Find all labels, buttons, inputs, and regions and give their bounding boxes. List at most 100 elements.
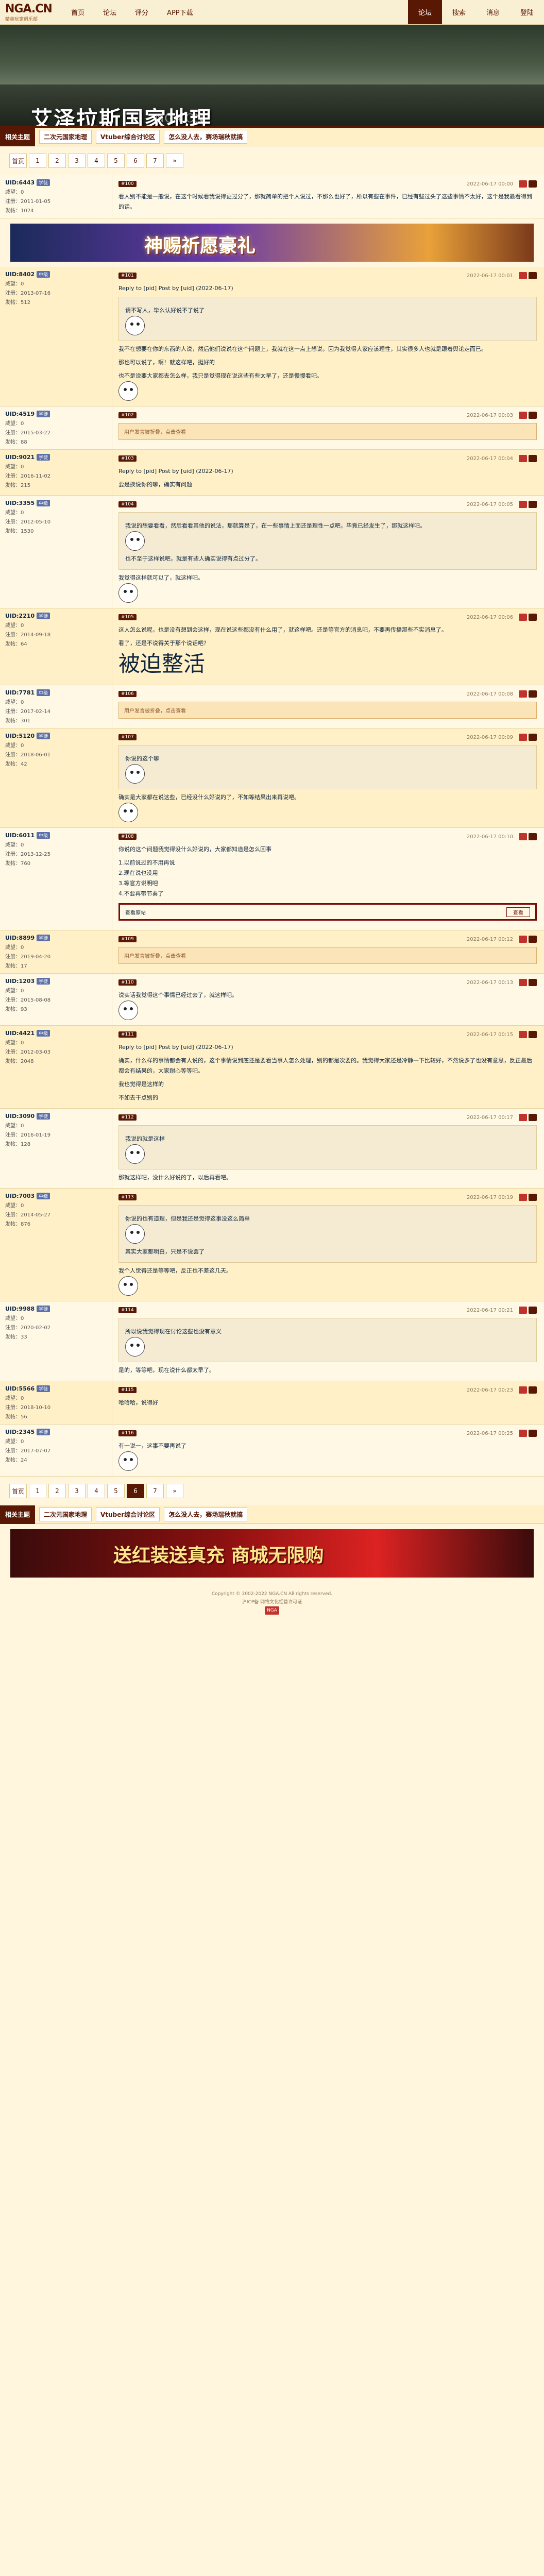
bottom-advertisement[interactable]: 送红装送真充 商城无限购 [10,1529,534,1578]
reply-icon[interactable] [519,455,527,462]
post-floor-number[interactable]: #103 [118,455,137,462]
collapsed-post-notice[interactable]: 用户发言被折叠，点击查看 [118,947,537,964]
related-topic-link[interactable]: 二次元国家地理 [39,130,92,144]
post-floor-number[interactable]: #109 [118,936,137,942]
author-uid[interactable]: UID:4519 [5,411,35,417]
author-uid[interactable]: UID:7781 [5,689,35,696]
page-link[interactable]: 4 [88,154,105,168]
author-uid[interactable]: UID:9021 [5,454,35,461]
more-options-icon[interactable] [529,734,537,741]
author-uid[interactable]: UID:4421 [5,1030,35,1037]
reply-icon[interactable] [519,1307,527,1314]
page-first[interactable]: 首页 [9,1484,27,1498]
more-options-icon[interactable] [529,1194,537,1201]
nav-messages[interactable]: 消息 [476,0,510,24]
reply-icon[interactable] [519,412,527,419]
more-options-icon[interactable] [529,455,537,462]
author-uid[interactable]: UID:2345 [5,1429,35,1435]
author-uid[interactable]: UID:9988 [5,1306,35,1312]
reply-icon[interactable] [519,180,527,188]
site-logo[interactable]: NGA.CN 精英玩家俱乐部 [0,0,62,24]
more-options-icon[interactable] [529,1430,537,1437]
nav-app-download[interactable]: APP下载 [158,0,202,24]
page-link[interactable]: 7 [146,154,164,168]
reply-icon[interactable] [519,690,527,698]
page-next[interactable]: » [166,154,183,168]
post-floor-number[interactable]: #100 [118,181,137,187]
reply-icon[interactable] [519,1386,527,1394]
nav-home[interactable]: 首页 [62,0,94,24]
page-link[interactable]: 3 [68,1484,86,1498]
author-uid[interactable]: UID:8402 [5,271,35,278]
more-options-icon[interactable] [529,614,537,621]
reply-reference[interactable]: Reply to [pid] Post by [uid] (2022-06-17… [118,466,537,477]
more-options-icon[interactable] [529,501,537,508]
embedded-link-button[interactable]: 查看 [506,907,530,917]
more-options-icon[interactable] [529,1114,537,1121]
author-uid[interactable]: UID:5120 [5,733,35,739]
page-link[interactable]: 5 [107,154,125,168]
more-options-icon[interactable] [529,272,537,279]
post-floor-number[interactable]: #114 [118,1307,137,1313]
author-uid[interactable]: UID:3090 [5,1113,35,1120]
author-uid[interactable]: UID:8899 [5,935,35,941]
reply-icon[interactable] [519,1031,527,1038]
related-topic-link[interactable]: 怎么没人去，赛场瑞秋就搞 [164,130,248,144]
author-uid[interactable]: UID:5566 [5,1385,35,1392]
page-next[interactable]: » [166,1484,183,1498]
post-floor-number[interactable]: #116 [118,1430,137,1436]
page-link[interactable]: 1 [29,154,46,168]
reply-icon[interactable] [519,833,527,840]
post-floor-number[interactable]: #112 [118,1114,137,1121]
reply-icon[interactable] [519,1114,527,1121]
nav-login[interactable]: 登陆 [510,0,544,24]
post-floor-number[interactable]: #108 [118,834,137,840]
post-floor-number[interactable]: #115 [118,1387,137,1393]
reply-icon[interactable] [519,501,527,508]
reply-icon[interactable] [519,272,527,279]
nav-forum[interactable]: 论坛 [94,0,126,24]
post-floor-number[interactable]: #107 [118,734,137,740]
reply-reference[interactable]: Reply to [pid] Post by [uid] (2022-06-17… [118,283,537,294]
collapsed-post-notice[interactable]: 用户发言被折叠，点击查看 [118,423,537,440]
reply-icon[interactable] [519,979,527,986]
post-floor-number[interactable]: #105 [118,614,137,620]
reply-icon[interactable] [519,936,527,943]
post-floor-number[interactable]: #102 [118,412,137,418]
author-uid[interactable]: UID:6443 [5,179,35,186]
page-current[interactable]: 6 [127,1484,144,1498]
page-first[interactable]: 首页 [9,154,27,168]
more-options-icon[interactable] [529,180,537,188]
related-topic-link[interactable]: 怎么没人去，赛场瑞秋就搞 [164,1507,248,1521]
top-advertisement[interactable]: 神赐祈愿豪礼 [10,224,534,262]
reply-icon[interactable] [519,614,527,621]
related-topic-link[interactable]: Vtuber综合讨论区 [96,1507,160,1521]
more-options-icon[interactable] [529,1386,537,1394]
author-uid[interactable]: UID:6011 [5,832,35,839]
page-link[interactable]: 2 [48,1484,66,1498]
related-topic-link[interactable]: Vtuber综合讨论区 [96,130,160,144]
page-link[interactable]: 6 [127,154,144,168]
more-options-icon[interactable] [529,833,537,840]
post-floor-number[interactable]: #101 [118,273,137,279]
more-options-icon[interactable] [529,690,537,698]
nav-search[interactable]: 搜索 [442,0,476,24]
more-options-icon[interactable] [529,1307,537,1314]
post-floor-number[interactable]: #104 [118,501,137,507]
page-link[interactable]: 5 [107,1484,125,1498]
reply-icon[interactable] [519,1430,527,1437]
nav-forum-active[interactable]: 论坛 [407,0,442,24]
post-floor-number[interactable]: #110 [118,979,137,986]
more-options-icon[interactable] [529,979,537,986]
page-link[interactable]: 2 [48,154,66,168]
reply-icon[interactable] [519,1194,527,1201]
post-floor-number[interactable]: #113 [118,1194,137,1200]
more-options-icon[interactable] [529,936,537,943]
more-options-icon[interactable] [529,412,537,419]
author-uid[interactable]: UID:3355 [5,500,35,506]
page-link[interactable]: 7 [146,1484,164,1498]
more-options-icon[interactable] [529,1031,537,1038]
reply-icon[interactable] [519,734,527,741]
page-link[interactable]: 1 [29,1484,46,1498]
related-topic-link[interactable]: 二次元国家地理 [39,1507,92,1521]
